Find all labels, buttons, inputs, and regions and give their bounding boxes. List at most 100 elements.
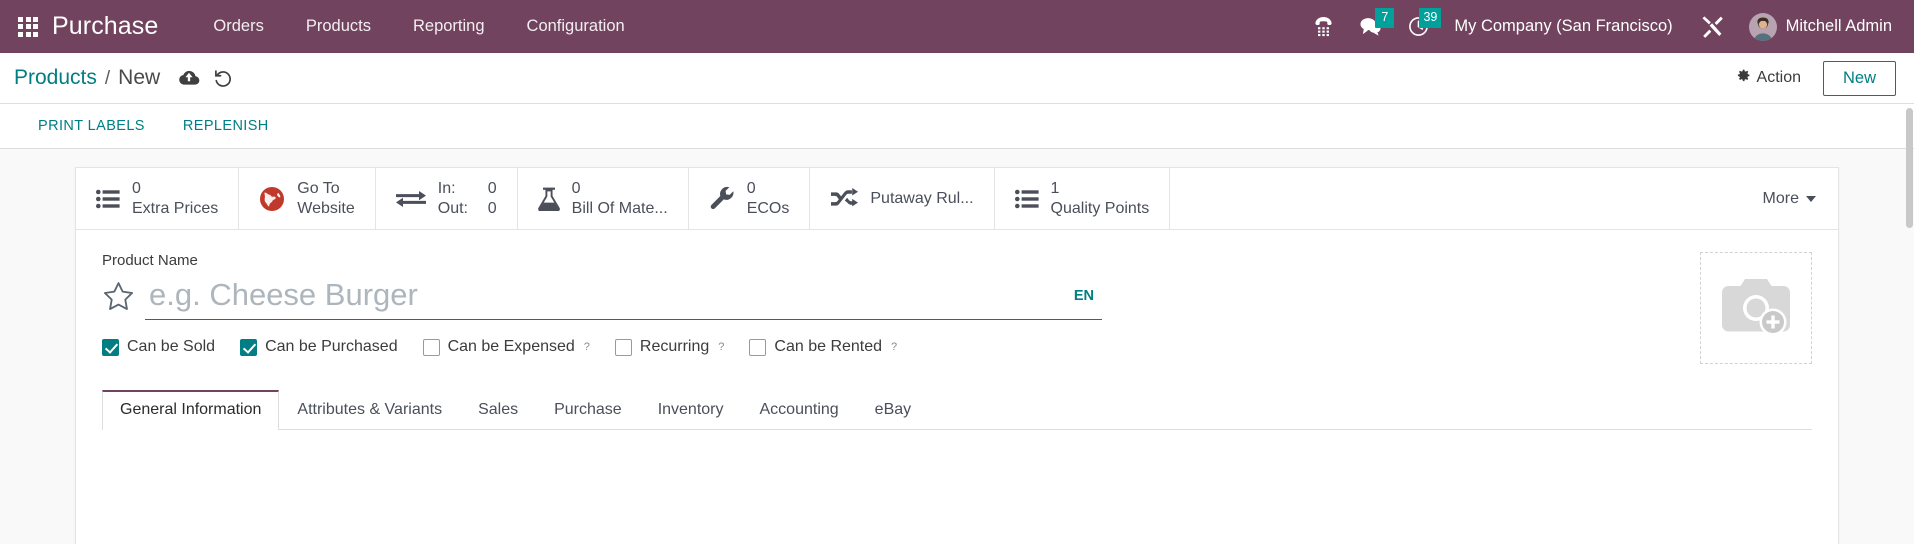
stat-label-line1: Go To xyxy=(297,179,340,197)
app-brand-purchase[interactable]: Purchase xyxy=(52,12,158,41)
notebook-tabs: General Information Attributes & Variant… xyxy=(102,390,1812,430)
breadcrumb: Products / New xyxy=(14,66,160,90)
stat-button-extra-prices[interactable]: 0 Extra Prices xyxy=(76,168,240,229)
checkbox-can-be-rented[interactable]: Can be Rented ? xyxy=(749,338,897,356)
stat-button-in-out[interactable]: In: 0 Out: 0 xyxy=(376,168,518,229)
help-tooltip-icon[interactable]: ? xyxy=(891,341,897,353)
tab-accounting[interactable]: Accounting xyxy=(742,390,857,430)
product-form-body: Product Name EN Can be So xyxy=(76,230,1838,364)
checkbox-label: Can be Expensed xyxy=(447,338,575,355)
user-name-label: Mitchell Admin xyxy=(1785,17,1892,35)
apps-grid-icon[interactable] xyxy=(18,16,38,37)
action-menu-button[interactable]: Action xyxy=(1727,63,1809,94)
shuffle-icon xyxy=(830,187,859,211)
menu-item-orders[interactable]: Orders xyxy=(192,9,284,44)
product-name-row: EN xyxy=(102,277,1102,320)
top-navbar: Purchase Orders Products Reporting Confi… xyxy=(0,0,1914,53)
checkbox-box[interactable] xyxy=(614,338,632,356)
form-view-background: 0 Extra Prices Go To Website In: 0 Out: … xyxy=(0,149,1914,544)
stat-button-ecos[interactable]: 0 ECOs xyxy=(689,168,811,229)
control-panel-right: Action New xyxy=(1727,60,1896,96)
tab-ebay[interactable]: eBay xyxy=(857,390,929,430)
menu-item-reporting[interactable]: Reporting xyxy=(392,9,506,44)
checkbox-label: Can be Purchased xyxy=(265,338,398,355)
stat-label-line2: Website xyxy=(297,199,355,217)
stat-in-value: 0 xyxy=(487,179,497,197)
user-menu[interactable]: Mitchell Admin xyxy=(1737,9,1894,45)
stat-out-value: 0 xyxy=(487,199,497,217)
breadcrumb-separator: / xyxy=(104,68,111,89)
stat-button-more-dropdown[interactable]: More xyxy=(1741,168,1838,229)
tab-attributes-variants[interactable]: Attributes & Variants xyxy=(279,390,460,430)
action-menu-label: Action xyxy=(1756,69,1801,86)
breadcrumb-parent-products[interactable]: Products xyxy=(14,66,97,90)
star-outline-icon[interactable] xyxy=(102,280,135,318)
checkbox-recurring[interactable]: Recurring ? xyxy=(614,338,724,356)
form-fields-column: Product Name EN Can be So xyxy=(102,252,1672,364)
tab-purchase[interactable]: Purchase xyxy=(536,390,640,430)
stat-in-key: In: xyxy=(437,179,456,197)
tab-general-information[interactable]: General Information xyxy=(102,390,280,430)
product-form-sheet: 0 Extra Prices Go To Website In: 0 Out: … xyxy=(75,167,1839,544)
stat-button-putaway-rules[interactable]: Putaway Rul... xyxy=(810,168,995,229)
globe-icon xyxy=(259,186,285,212)
checkbox-box[interactable] xyxy=(240,338,258,356)
phone-dialpad-icon[interactable] xyxy=(1301,10,1346,43)
checkbox-label: Can be Rented xyxy=(774,338,883,355)
product-name-label: Product Name xyxy=(102,252,198,269)
tab-sales[interactable]: Sales xyxy=(460,390,536,430)
activities-counter-badge: 39 xyxy=(1419,8,1442,28)
list-icon xyxy=(96,189,120,209)
main-menu: Orders Products Reporting Configuration xyxy=(192,9,645,44)
control-panel: Products / New Action New xyxy=(0,53,1914,104)
checkbox-box[interactable] xyxy=(749,338,767,356)
checkbox-box[interactable] xyxy=(422,338,440,356)
replenish-button[interactable]: REPLENISH xyxy=(173,112,279,140)
breadcrumb-current-new: New xyxy=(118,66,161,89)
more-label: More xyxy=(1762,189,1799,207)
checkbox-box[interactable] xyxy=(102,338,119,356)
help-tooltip-icon[interactable]: ? xyxy=(584,341,590,353)
undo-icon[interactable] xyxy=(208,63,238,93)
new-button[interactable]: New xyxy=(1822,60,1896,96)
product-name-input-wrapper: EN xyxy=(145,277,1102,320)
stat-label: Putaway Rul... xyxy=(870,189,974,207)
stat-button-box: 0 Extra Prices Go To Website In: 0 Out: … xyxy=(76,168,1838,230)
menu-item-configuration[interactable]: Configuration xyxy=(506,9,646,44)
avatar xyxy=(1748,12,1777,41)
stat-button-bill-of-materials[interactable]: 0 Bill Of Mate... xyxy=(518,168,689,229)
stat-label: Extra Prices xyxy=(132,199,219,217)
checkbox-label: Recurring xyxy=(639,338,710,355)
systray: 7 39 My Company (San Francisco) Mitchell… xyxy=(1301,8,1894,45)
product-name-input[interactable] xyxy=(145,277,1066,315)
product-type-checkboxes: Can be Sold Can be Purchased Can be Expe… xyxy=(102,338,1672,356)
record-actions xyxy=(174,63,238,93)
camera-add-icon xyxy=(1719,275,1793,342)
stat-label: Bill Of Mate... xyxy=(571,199,668,217)
checkbox-can-be-purchased[interactable]: Can be Purchased xyxy=(240,338,398,356)
translation-language-badge[interactable]: EN xyxy=(1066,286,1102,306)
cloud-upload-icon[interactable] xyxy=(174,63,204,93)
caret-down-icon xyxy=(1806,195,1816,202)
stat-button-quality-points[interactable]: 1 Quality Points xyxy=(995,168,1171,229)
tab-inventory[interactable]: Inventory xyxy=(640,390,742,430)
checkbox-can-be-sold[interactable]: Can be Sold xyxy=(102,338,215,356)
flask-icon xyxy=(537,187,560,211)
stat-value: 0 xyxy=(746,179,756,197)
stat-label: Quality Points xyxy=(1050,199,1150,217)
wrench-icon xyxy=(709,186,735,212)
checkbox-can-be-expensed[interactable]: Can be Expensed ? xyxy=(422,338,590,356)
help-tooltip-icon[interactable]: ? xyxy=(718,341,724,353)
stat-button-go-to-website[interactable]: Go To Website xyxy=(239,168,376,229)
print-labels-button[interactable]: PRINT LABELS xyxy=(28,112,155,140)
company-switcher[interactable]: My Company (San Francisco) xyxy=(1442,11,1686,42)
page-scrollbar-thumb[interactable] xyxy=(1906,108,1913,228)
product-image-upload[interactable] xyxy=(1700,252,1812,364)
exchange-arrows-icon xyxy=(395,187,426,211)
messages-menu[interactable]: 7 xyxy=(1346,8,1395,43)
activities-menu[interactable]: 39 xyxy=(1395,8,1442,43)
gear-icon xyxy=(1735,68,1751,89)
menu-item-products[interactable]: Products xyxy=(285,9,392,44)
tools-icon[interactable] xyxy=(1687,9,1737,45)
stat-label: ECOs xyxy=(746,199,790,217)
